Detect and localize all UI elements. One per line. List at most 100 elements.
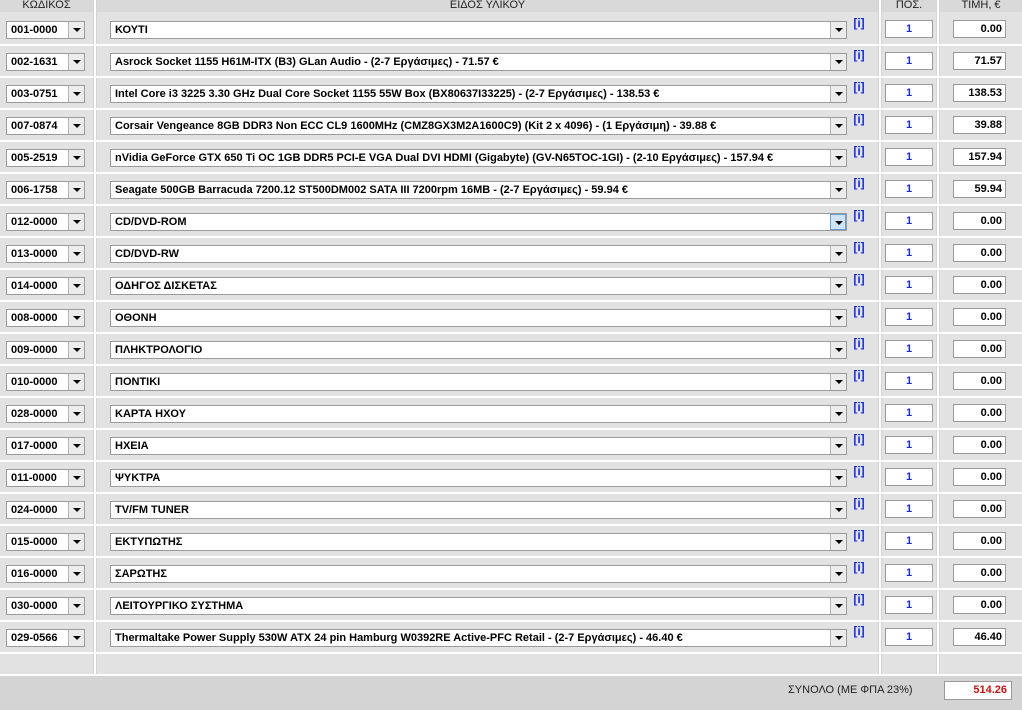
info-link[interactable]: [i] — [852, 496, 866, 510]
chevron-down-icon[interactable] — [830, 342, 846, 358]
quantity-input[interactable]: 1 — [885, 564, 933, 582]
item-select[interactable]: ΣΑΡΩΤΗΣ — [110, 565, 847, 583]
code-select[interactable]: 029-0566 — [6, 629, 85, 647]
chevron-down-icon[interactable] — [68, 342, 84, 358]
quantity-input[interactable]: 1 — [885, 180, 933, 198]
info-link[interactable]: [i] — [852, 432, 866, 446]
item-select[interactable]: ΠΛΗΚΤΡΟΛΟΓΙΟ — [110, 341, 847, 359]
chevron-down-icon[interactable] — [830, 438, 846, 454]
item-select[interactable]: ΚΑΡΤΑ ΗΧΟΥ — [110, 405, 847, 423]
chevron-down-icon[interactable] — [830, 278, 846, 294]
info-link[interactable]: [i] — [852, 240, 866, 254]
chevron-down-icon[interactable] — [830, 86, 846, 102]
info-link[interactable]: [i] — [852, 304, 866, 318]
info-link[interactable]: [i] — [852, 336, 866, 350]
chevron-down-icon[interactable] — [830, 374, 846, 390]
chevron-down-icon[interactable] — [68, 310, 84, 326]
chevron-down-icon[interactable] — [830, 566, 846, 582]
code-select[interactable]: 002-1631 — [6, 53, 85, 71]
code-select[interactable]: 011-0000 — [6, 469, 85, 487]
quantity-input[interactable]: 1 — [885, 276, 933, 294]
chevron-down-icon[interactable] — [830, 150, 846, 166]
code-select[interactable]: 007-0874 — [6, 117, 85, 135]
info-link[interactable]: [i] — [852, 176, 866, 190]
code-select[interactable]: 006-1758 — [6, 181, 85, 199]
info-link[interactable]: [i] — [852, 624, 866, 638]
chevron-down-icon[interactable] — [830, 470, 846, 486]
quantity-input[interactable]: 1 — [885, 532, 933, 550]
item-select[interactable]: ΛΕΙΤΟΥΡΓΙΚΟ ΣΥΣΤΗΜΑ — [110, 597, 847, 615]
code-select[interactable]: 003-0751 — [6, 85, 85, 103]
chevron-down-icon[interactable] — [68, 406, 84, 422]
chevron-down-icon[interactable] — [68, 118, 84, 134]
chevron-down-icon[interactable] — [830, 182, 846, 198]
chevron-down-icon[interactable] — [830, 54, 846, 70]
chevron-down-icon[interactable] — [68, 278, 84, 294]
item-select[interactable]: ΕΚΤΥΠΩΤΗΣ — [110, 533, 847, 551]
item-select[interactable]: CD/DVD-RW — [110, 245, 847, 263]
info-link[interactable]: [i] — [852, 400, 866, 414]
quantity-input[interactable]: 1 — [885, 84, 933, 102]
item-select[interactable]: Seagate 500GB Barracuda 7200.12 ST500DM0… — [110, 181, 847, 199]
item-select[interactable]: TV/FM TUNER — [110, 501, 847, 519]
chevron-down-icon[interactable] — [830, 310, 846, 326]
quantity-input[interactable]: 1 — [885, 372, 933, 390]
quantity-input[interactable]: 1 — [885, 500, 933, 518]
chevron-down-icon[interactable] — [830, 598, 846, 614]
quantity-input[interactable]: 1 — [885, 436, 933, 454]
info-link[interactable]: [i] — [852, 80, 866, 94]
item-select[interactable]: ΗΧΕΙΑ — [110, 437, 847, 455]
code-select[interactable]: 012-0000 — [6, 213, 85, 231]
item-select[interactable]: Asrock Socket 1155 H61M-ITX (B3) GLan Au… — [110, 53, 847, 71]
info-link[interactable]: [i] — [852, 208, 866, 222]
chevron-down-icon[interactable] — [68, 566, 84, 582]
chevron-down-icon[interactable] — [68, 86, 84, 102]
info-link[interactable]: [i] — [852, 16, 866, 30]
info-link[interactable]: [i] — [852, 368, 866, 382]
chevron-down-icon[interactable] — [830, 534, 846, 550]
quantity-input[interactable]: 1 — [885, 596, 933, 614]
info-link[interactable]: [i] — [852, 592, 866, 606]
quantity-input[interactable]: 1 — [885, 116, 933, 134]
chevron-down-icon[interactable] — [830, 246, 846, 262]
item-select[interactable]: ΨΥΚΤΡΑ — [110, 469, 847, 487]
info-link[interactable]: [i] — [852, 528, 866, 542]
quantity-input[interactable]: 1 — [885, 148, 933, 166]
item-select[interactable]: ΠΟΝΤΙΚΙ — [110, 373, 847, 391]
chevron-down-icon[interactable] — [830, 214, 846, 230]
item-select[interactable]: ΚΟΥΤΙ — [110, 21, 847, 39]
code-select[interactable]: 016-0000 — [6, 565, 85, 583]
info-link[interactable]: [i] — [852, 560, 866, 574]
code-select[interactable]: 001-0000 — [6, 21, 85, 39]
code-select[interactable]: 009-0000 — [6, 341, 85, 359]
info-link[interactable]: [i] — [852, 272, 866, 286]
quantity-input[interactable]: 1 — [885, 340, 933, 358]
quantity-input[interactable]: 1 — [885, 52, 933, 70]
item-select[interactable]: Intel Core i3 3225 3.30 GHz Dual Core So… — [110, 85, 847, 103]
chevron-down-icon[interactable] — [68, 150, 84, 166]
code-select[interactable]: 010-0000 — [6, 373, 85, 391]
chevron-down-icon[interactable] — [68, 534, 84, 550]
code-select[interactable]: 030-0000 — [6, 597, 85, 615]
quantity-input[interactable]: 1 — [885, 212, 933, 230]
chevron-down-icon[interactable] — [830, 118, 846, 134]
chevron-down-icon[interactable] — [68, 470, 84, 486]
code-select[interactable]: 005-2519 — [6, 149, 85, 167]
quantity-input[interactable]: 1 — [885, 628, 933, 646]
chevron-down-icon[interactable] — [68, 22, 84, 38]
info-link[interactable]: [i] — [852, 464, 866, 478]
code-select[interactable]: 015-0000 — [6, 533, 85, 551]
code-select[interactable]: 013-0000 — [6, 245, 85, 263]
chevron-down-icon[interactable] — [68, 438, 84, 454]
chevron-down-icon[interactable] — [830, 406, 846, 422]
chevron-down-icon[interactable] — [68, 630, 84, 646]
chevron-down-icon[interactable] — [68, 54, 84, 70]
quantity-input[interactable]: 1 — [885, 308, 933, 326]
quantity-input[interactable]: 1 — [885, 404, 933, 422]
chevron-down-icon[interactable] — [830, 630, 846, 646]
chevron-down-icon[interactable] — [68, 182, 84, 198]
code-select[interactable]: 024-0000 — [6, 501, 85, 519]
item-select[interactable]: Thermaltake Power Supply 530W ATX 24 pin… — [110, 629, 847, 647]
info-link[interactable]: [i] — [852, 144, 866, 158]
quantity-input[interactable]: 1 — [885, 244, 933, 262]
